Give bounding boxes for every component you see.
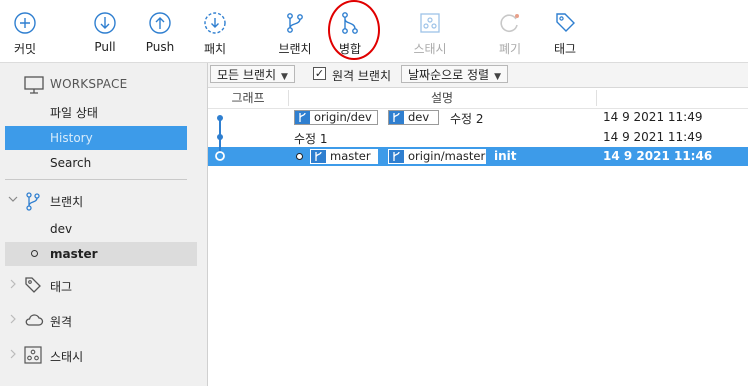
branch-tag: dev [388, 110, 439, 125]
tag-icon [25, 277, 41, 293]
sidebar-item-label: Search [50, 156, 92, 170]
remote-branches-checkbox[interactable]: ✓ [313, 67, 326, 80]
commit-node [215, 151, 225, 161]
discard-button[interactable]: 폐기 [480, 10, 540, 57]
branch-icon [287, 13, 303, 33]
remote-branches-label: 원격 브랜치 [332, 69, 392, 83]
table-header: 그래프 설명 [208, 88, 748, 109]
branch-tag-label: origin/dev [314, 110, 372, 124]
branch-badge-icon [295, 111, 310, 124]
chevron-right-icon [10, 349, 16, 359]
sidebar-item-label: 파일 상태 [50, 106, 98, 120]
tag-button[interactable]: 태그 [535, 10, 595, 57]
push-button[interactable]: Push [130, 10, 190, 54]
column-header-graph[interactable]: 그래프 [208, 88, 288, 108]
workspace-header: WORKSPACE [0, 73, 207, 99]
branch-filter-dropdown[interactable]: 모든 브랜치 ▼ [210, 65, 295, 83]
tag-label: 태그 [553, 42, 577, 56]
monitor-icon [24, 76, 44, 94]
sidebar-group-remotes[interactable]: 원격 [0, 308, 207, 334]
branch-item-dev[interactable]: dev [5, 217, 197, 241]
merge-label: 병합 [338, 42, 362, 56]
branch-tag: master [310, 149, 378, 164]
arrow-down-circle-icon [94, 12, 116, 34]
stash-icon [420, 13, 440, 33]
current-branch-icon [31, 250, 38, 257]
branch-tag: origin/dev [294, 110, 378, 125]
commit-node [217, 115, 223, 121]
commit-message: 수정 2 [450, 112, 484, 126]
sidebar-item-file-status[interactable]: 파일 상태 [5, 101, 187, 125]
sort-label: 날짜순으로 정렬 [408, 68, 490, 82]
chevron-down-icon: ▼ [494, 72, 502, 82]
fetch-label: 패치 [203, 42, 227, 56]
branch-item-master[interactable]: master [5, 242, 197, 266]
commit-button[interactable]: 커밋 [0, 10, 55, 57]
branch-label: 브랜치 [278, 42, 312, 56]
sort-dropdown[interactable]: 날짜순으로 정렬 ▼ [401, 65, 509, 83]
arrow-up-circle-icon [149, 12, 171, 34]
workspace-label: WORKSPACE [50, 77, 128, 91]
branch-badge-icon [311, 150, 326, 163]
chevron-down-icon: ▼ [281, 72, 288, 82]
commit-date: 14 9 2021 11:46 [603, 149, 713, 163]
sidebar-group-tags[interactable]: 태그 [0, 273, 207, 299]
toolbar: 커밋 Pull Push 패치 브랜치 병합 스태시 폐기 태그 [0, 0, 748, 63]
filter-bar: 모든 브랜치 ▼ ✓ 원격 브랜치 날짜순으로 정렬 ▼ [208, 63, 748, 88]
chevron-down-icon [8, 196, 18, 202]
commit-message: init [494, 149, 517, 163]
commit-row-selected[interactable]: master origin/master init 14 9 2021 11:4… [208, 147, 748, 166]
tags-label: 태그 [50, 280, 73, 294]
commit-graph [215, 115, 225, 161]
divider [5, 179, 187, 180]
branch-tag: origin/master [388, 149, 486, 164]
sidebar-group-branches[interactable]: 브랜치 [0, 188, 207, 214]
chevron-right-icon [10, 279, 16, 289]
branch-badge-icon [389, 111, 404, 124]
pull-button[interactable]: Pull [75, 10, 135, 54]
sidebar-group-stash[interactable]: 스태시 [0, 343, 207, 369]
commit-label: 커밋 [13, 42, 37, 56]
sidebar-item-search[interactable]: Search [5, 151, 187, 175]
push-label: Push [145, 40, 175, 54]
branch-badge-icon [389, 150, 404, 163]
branch-icon [26, 192, 40, 211]
remotes-label: 원격 [50, 315, 73, 329]
commit-row[interactable]: origin/dev dev 수정 2 14 9 2021 11:49 [208, 108, 748, 127]
branch-filter-label: 모든 브랜치 [217, 68, 277, 82]
discard-icon [500, 14, 519, 32]
branch-label: dev [50, 222, 73, 236]
plus-circle-icon [14, 12, 36, 34]
head-indicator-icon [296, 153, 303, 160]
sidebar: WORKSPACE 파일 상태 History Search 브랜치 dev m… [0, 63, 208, 386]
commit-message: 수정 1 [294, 132, 328, 146]
fetch-button[interactable]: 패치 [185, 10, 245, 57]
commit-row[interactable]: 수정 1 14 9 2021 11:49 [208, 128, 748, 147]
branch-tag-label: dev [408, 110, 430, 124]
commit-date: 14 9 2021 11:49 [603, 130, 703, 144]
stash-label: 스태시 [413, 42, 447, 56]
commit-date: 14 9 2021 11:49 [603, 110, 703, 124]
discard-label: 폐기 [498, 42, 522, 56]
stash-label: 스태시 [50, 350, 84, 364]
fetch-icon [204, 12, 226, 34]
merge-button[interactable]: 병합 [320, 10, 380, 57]
sidebar-item-label: History [50, 131, 93, 145]
sidebar-item-history[interactable]: History [5, 126, 187, 150]
branch-tag-label: master [330, 149, 371, 163]
pull-label: Pull [94, 40, 116, 54]
stash-icon [24, 346, 42, 364]
merge-icon [342, 12, 358, 34]
branch-tag-label: origin/master [408, 149, 486, 163]
chevron-right-icon [10, 314, 16, 324]
stash-button[interactable]: 스태시 [400, 10, 460, 57]
column-header-description[interactable]: 설명 [288, 88, 596, 108]
branch-button[interactable]: 브랜치 [265, 10, 325, 57]
column-divider [596, 90, 597, 106]
branch-label: master [50, 247, 98, 261]
branches-label: 브랜치 [50, 195, 84, 209]
commit-node [217, 134, 223, 140]
tag-icon [556, 13, 575, 32]
cloud-icon [25, 314, 44, 326]
